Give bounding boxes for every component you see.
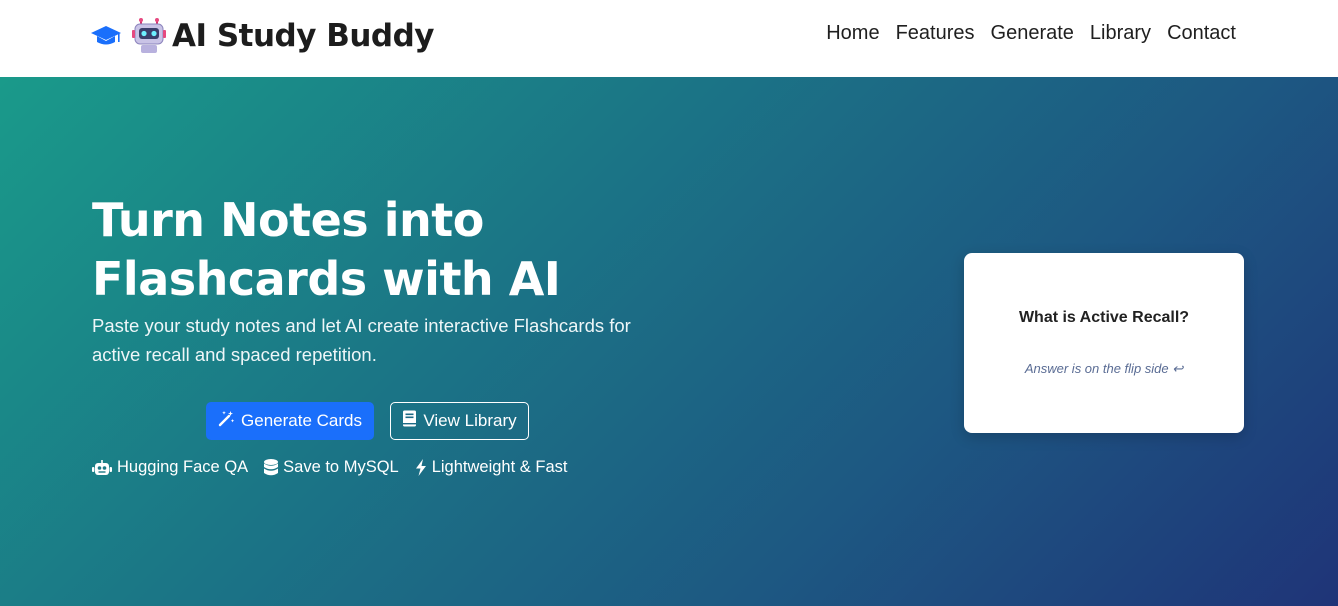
feature-item: Hugging Face QA bbox=[92, 458, 248, 477]
bolt-icon bbox=[415, 459, 427, 476]
brand[interactable]: AI Study Buddy bbox=[90, 14, 435, 58]
feature-list: Hugging Face QA Save to MySQL Lightweigh… bbox=[92, 458, 567, 477]
nav-links: Home Features Generate Library Contact bbox=[826, 20, 1236, 47]
flashcard-hint: Answer is on the flip side ↩ bbox=[1024, 361, 1184, 376]
nav-home[interactable]: Home bbox=[826, 20, 879, 47]
magic-wand-icon bbox=[218, 410, 235, 432]
robot-icon bbox=[92, 459, 112, 476]
nav-generate[interactable]: Generate bbox=[991, 20, 1074, 47]
feature-label: Save to MySQL bbox=[283, 458, 399, 476]
view-library-button[interactable]: View Library bbox=[390, 402, 529, 440]
robot-emoji-icon bbox=[132, 17, 168, 55]
nav-library[interactable]: Library bbox=[1090, 20, 1151, 47]
feature-item: Save to MySQL bbox=[264, 458, 399, 477]
feature-label: Hugging Face QA bbox=[117, 458, 249, 476]
database-icon bbox=[264, 459, 279, 476]
nav-features[interactable]: Features bbox=[896, 20, 975, 47]
generate-cards-label: Generate Cards bbox=[241, 411, 362, 430]
graduation-cap-icon bbox=[90, 23, 122, 49]
book-icon bbox=[402, 410, 417, 432]
brand-title: AI Study Buddy bbox=[172, 18, 435, 54]
nav-contact[interactable]: Contact bbox=[1167, 20, 1236, 47]
feature-label: Lightweight & Fast bbox=[431, 458, 568, 476]
feature-item: Lightweight & Fast bbox=[415, 458, 568, 477]
view-library-label: View Library bbox=[423, 411, 517, 430]
hero-subtitle: Paste your study notes and let AI create… bbox=[92, 315, 631, 365]
generate-cards-button[interactable]: Generate Cards bbox=[206, 402, 374, 440]
navbar: AI Study Buddy Home Features Generate Li… bbox=[0, 0, 1338, 77]
flashcard[interactable]: What is Active Recall? Answer is on the … bbox=[964, 253, 1244, 433]
hero-section: Turn Notes into Flashcards with AI Paste… bbox=[0, 77, 1338, 606]
flashcard-question: What is Active Recall? bbox=[1018, 309, 1190, 326]
hero-title: Turn Notes into Flashcards with AI bbox=[92, 193, 561, 306]
